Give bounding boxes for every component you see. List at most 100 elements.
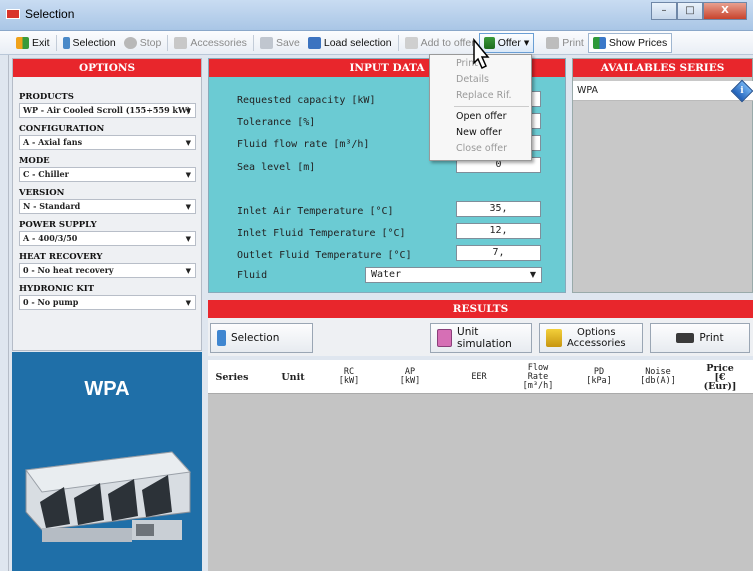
accessories-icon bbox=[546, 329, 562, 347]
add-offer-icon bbox=[404, 36, 418, 49]
version-select[interactable]: N - Standard ▼ bbox=[19, 199, 196, 214]
simulation-icon bbox=[437, 329, 453, 347]
info-icon[interactable]: i bbox=[730, 79, 753, 103]
series-header: AVAILABLES SERIES bbox=[573, 59, 752, 77]
toolbar-separator bbox=[252, 34, 254, 51]
hydronic-kit-label: HYDRONIC KIT bbox=[19, 284, 95, 294]
power-supply-label: POWER SUPPLY bbox=[19, 220, 97, 230]
products-select[interactable]: WP - Air Cooled Scroll (155÷559 kW) ▼ bbox=[19, 103, 196, 118]
outlet-fluid-temp-input[interactable]: 7, bbox=[456, 245, 541, 261]
chevron-down-icon: ▼ bbox=[185, 299, 191, 307]
column-header: Unit bbox=[281, 371, 305, 383]
show-prices-button[interactable]: Show Prices bbox=[587, 32, 673, 53]
chevron-down-icon: ▼ bbox=[523, 38, 530, 47]
chevron-down-icon: ▼ bbox=[185, 171, 191, 179]
print-button[interactable]: Print bbox=[542, 33, 588, 53]
inlet-fluid-temp-input[interactable]: 12, bbox=[456, 223, 541, 239]
toolbar: Exit Selection Stop Accessories Save Loa… bbox=[0, 31, 753, 55]
title-bar: Selection – □ X bbox=[0, 0, 753, 31]
power-supply-select[interactable]: A - 400/3/50 ▼ bbox=[19, 231, 196, 246]
column-header: Noise [db(A)] bbox=[640, 367, 676, 386]
menu-item-replace-rif[interactable]: Replace Rif. bbox=[430, 88, 531, 104]
series-panel: AVAILABLES SERIES WPA i bbox=[572, 58, 753, 293]
save-icon bbox=[259, 36, 273, 49]
column-header: PD [kPa] bbox=[586, 367, 612, 386]
configuration-select[interactable]: A - Axial fans ▼ bbox=[19, 135, 196, 150]
options-panel: OPTIONS PRODUCTS WP - Air Cooled Scroll … bbox=[12, 58, 202, 351]
fluid-label: Fluid bbox=[237, 270, 268, 281]
toolbar-separator bbox=[397, 34, 399, 51]
hydronic-kit-select[interactable]: 0 - No pump ▼ bbox=[19, 295, 196, 310]
results-table: Series Unit RC [kW] AP [kW] EER Flow Rate [m… bbox=[208, 360, 753, 571]
outlet-fluid-temp-label: Outlet Fluid Temperature [°C] bbox=[237, 250, 412, 261]
column-header: Price [€ (Eur)] bbox=[703, 362, 737, 392]
save-button[interactable]: Save bbox=[256, 33, 304, 53]
printer-icon bbox=[546, 36, 560, 49]
mouse-cursor-icon bbox=[473, 37, 490, 70]
mode-select[interactable]: C - Chiller ▼ bbox=[19, 167, 196, 182]
menu-item-open-offer[interactable]: Open offer bbox=[430, 109, 531, 125]
window-title: Selection bbox=[25, 7, 75, 21]
toolbar-separator bbox=[55, 34, 57, 51]
exit-icon bbox=[16, 36, 29, 49]
left-border bbox=[0, 55, 9, 571]
selection-icon bbox=[217, 330, 226, 346]
chevron-down-icon: ▼ bbox=[185, 267, 191, 275]
column-header: Flow Rate [m³/h] bbox=[522, 362, 554, 391]
stop-icon bbox=[123, 36, 137, 49]
fluid-select[interactable]: Water ▼ bbox=[365, 267, 542, 283]
unit-simulation-button[interactable]: Unit simulation bbox=[430, 323, 532, 353]
capacity-label: Requested capacity [kW] bbox=[237, 95, 376, 106]
series-list-item[interactable]: WPA i bbox=[573, 79, 753, 103]
chevron-down-icon: ▼ bbox=[529, 270, 536, 279]
toolbar-separator bbox=[167, 34, 169, 51]
flow-rate-label: Fluid flow rate [m³/h] bbox=[237, 139, 370, 150]
series-name: WPA bbox=[577, 85, 599, 96]
tolerance-label: Tolerance [%] bbox=[237, 117, 316, 128]
results-header: RESULTS bbox=[208, 300, 753, 318]
selection-result-button[interactable]: Selection bbox=[210, 323, 313, 353]
air-temp-input[interactable]: 35, bbox=[456, 201, 541, 217]
products-label: PRODUCTS bbox=[19, 92, 74, 102]
sea-level-label: Sea level [m] bbox=[237, 162, 316, 173]
chevron-down-icon: ▼ bbox=[185, 139, 191, 147]
heat-recovery-label: HEAT RECOVERY bbox=[19, 252, 103, 262]
inlet-fluid-temp-label: Inlet Fluid Temperature [°C] bbox=[237, 228, 406, 239]
column-header: EER bbox=[471, 371, 487, 382]
load-selection-button[interactable]: Load selection bbox=[304, 33, 396, 53]
prices-icon bbox=[592, 36, 606, 49]
product-image: WPA bbox=[12, 352, 202, 571]
printer-icon bbox=[676, 333, 695, 343]
load-icon bbox=[307, 36, 321, 49]
chevron-down-icon: ▼ bbox=[185, 107, 191, 115]
exit-button[interactable]: Exit bbox=[12, 33, 54, 53]
maximize-button[interactable]: □ bbox=[677, 2, 703, 20]
print-results-button[interactable]: Print bbox=[650, 323, 750, 353]
column-header: Series bbox=[215, 371, 249, 383]
chevron-down-icon: ▼ bbox=[185, 203, 191, 211]
mode-label: MODE bbox=[19, 156, 50, 166]
results-toolbar: Selection Unit simulation Options Access… bbox=[208, 318, 753, 356]
accessories-icon bbox=[174, 36, 188, 49]
air-temp-label: Inlet Air Temperature [°C] bbox=[237, 206, 394, 217]
column-header: AP [kW] bbox=[399, 367, 421, 386]
column-header: RC [kW] bbox=[338, 367, 360, 386]
table-header: Series Unit RC [kW] AP [kW] EER Flow Rate [m… bbox=[208, 360, 753, 394]
menu-separator bbox=[454, 106, 529, 107]
menu-item-new-offer[interactable]: New offer bbox=[430, 125, 531, 141]
options-accessories-button[interactable]: Options Accessories bbox=[539, 323, 643, 353]
heat-recovery-select[interactable]: 0 - No heat recovery ▼ bbox=[19, 263, 196, 278]
version-label: VERSION bbox=[19, 188, 65, 198]
accessories-button[interactable]: Accessories bbox=[170, 33, 251, 53]
window-controls: – □ X bbox=[651, 2, 747, 22]
app-icon bbox=[6, 9, 20, 19]
chevron-down-icon: ▼ bbox=[185, 235, 191, 243]
chiller-unit-image bbox=[25, 451, 192, 542]
menu-item-close-offer[interactable]: Close offer bbox=[430, 141, 531, 157]
selection-icon bbox=[62, 36, 70, 49]
close-button[interactable]: X bbox=[703, 2, 747, 20]
minimize-button[interactable]: – bbox=[651, 2, 677, 20]
configuration-label: CONFIGURATION bbox=[19, 124, 105, 134]
stop-button[interactable]: Stop bbox=[120, 33, 166, 53]
selection-button[interactable]: Selection bbox=[59, 33, 120, 53]
